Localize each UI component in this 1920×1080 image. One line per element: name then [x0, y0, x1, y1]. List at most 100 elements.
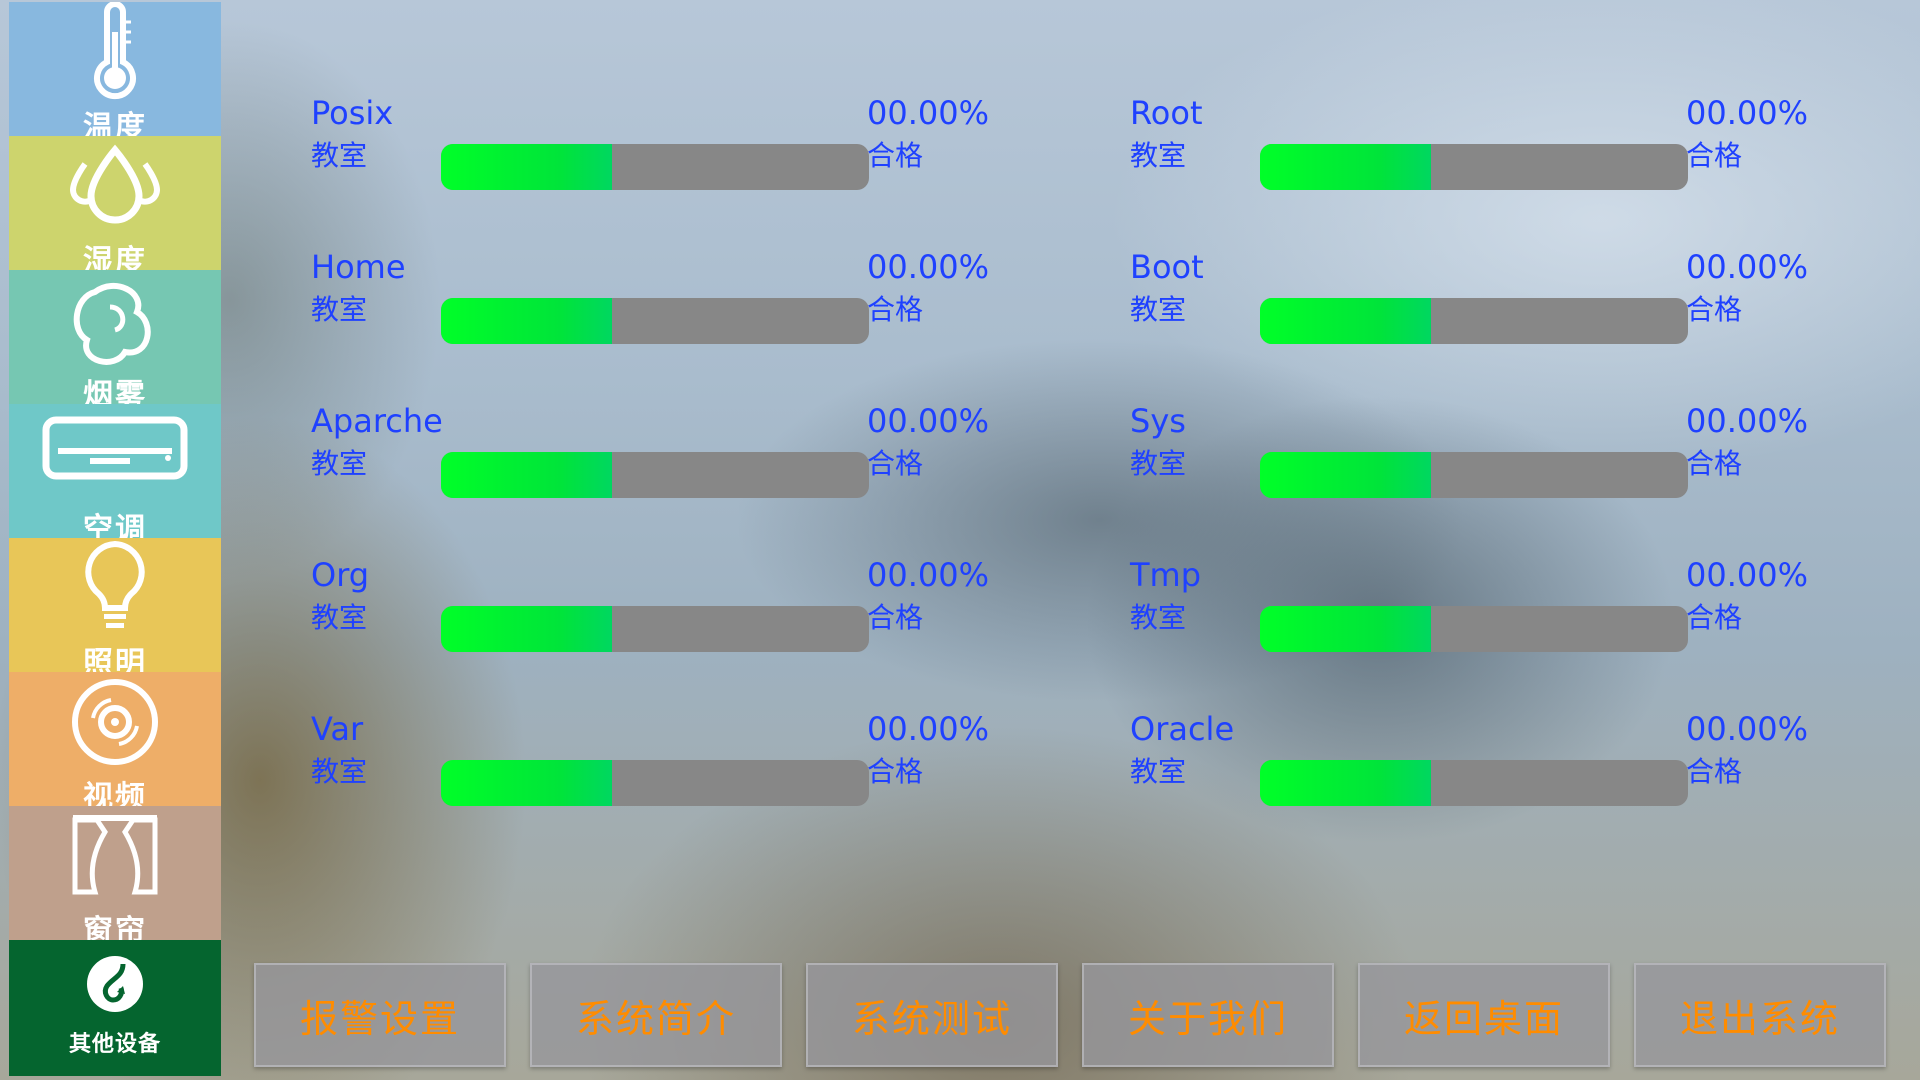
progress-bar — [441, 452, 869, 498]
item-percent: 00.00% — [867, 402, 990, 440]
item-status: 合格 — [867, 755, 924, 788]
item-percent: 00.00% — [867, 94, 990, 132]
progress-fill — [1260, 760, 1432, 806]
progress-item-var: Var 教室 00.00% 合格 — [311, 710, 1001, 820]
progress-fill — [441, 452, 613, 498]
light-bulb-icon — [85, 540, 145, 628]
item-name: Org — [311, 556, 370, 594]
sidebar-item-label: 烟雾 — [83, 378, 147, 404]
system-intro-button[interactable]: 系统简介 — [530, 963, 782, 1067]
item-room: 教室 — [311, 293, 368, 326]
alarm-settings-button[interactable]: 报警设置 — [254, 963, 506, 1067]
item-percent: 00.00% — [867, 248, 990, 286]
sidebar-item-label: 湿度 — [83, 244, 147, 270]
progress-item-boot: Boot 教室 00.00% 合格 — [1130, 248, 1820, 358]
item-name: Tmp — [1130, 556, 1202, 594]
item-name: Aparche — [311, 402, 443, 440]
item-room: 教室 — [1130, 755, 1187, 788]
progress-bar — [1260, 606, 1688, 652]
item-status: 合格 — [1686, 755, 1743, 788]
item-status: 合格 — [1686, 447, 1743, 480]
sidebar-item-lighting[interactable]: 照明 — [9, 538, 221, 672]
return-desktop-button[interactable]: 返回桌面 — [1358, 963, 1610, 1067]
progress-fill — [1260, 298, 1432, 344]
progress-item-oracle: Oracle 教室 00.00% 合格 — [1130, 710, 1820, 820]
item-percent: 00.00% — [867, 710, 990, 748]
item-status: 合格 — [867, 601, 924, 634]
item-name: Boot — [1130, 248, 1204, 286]
system-test-button[interactable]: 系统测试 — [806, 963, 1058, 1067]
item-status: 合格 — [867, 293, 924, 326]
progress-item-sys: Sys 教室 00.00% 合格 — [1130, 402, 1820, 512]
item-room: 教室 — [1130, 601, 1187, 634]
progress-bar — [441, 298, 869, 344]
about-us-button[interactable]: 关于我们 — [1082, 963, 1334, 1067]
item-status: 合格 — [867, 139, 924, 172]
air-conditioner-icon — [42, 416, 188, 480]
progress-fill — [441, 760, 613, 806]
sidebar-item-temperature[interactable]: 温度 — [9, 2, 221, 136]
item-name: Posix — [311, 94, 394, 132]
item-name: Oracle — [1130, 710, 1235, 748]
item-status: 合格 — [1686, 139, 1743, 172]
sidebar-item-label: 其他设备 — [68, 1032, 161, 1057]
item-room: 教室 — [1130, 447, 1187, 480]
item-name: Sys — [1130, 402, 1186, 440]
progress-bar — [1260, 144, 1688, 190]
other-devices-icon — [87, 956, 143, 1012]
item-percent: 00.00% — [1686, 710, 1809, 748]
progress-item-root: Root 教室 00.00% 合格 — [1130, 94, 1820, 204]
progress-item-home: Home 教室 00.00% 合格 — [311, 248, 1001, 358]
sidebar-item-other-devices[interactable]: 其他设备 — [9, 940, 221, 1076]
sidebar-item-label: 空调 — [83, 512, 147, 538]
video-disc-icon — [72, 679, 158, 765]
item-percent: 00.00% — [1686, 402, 1809, 440]
sidebar: 温度 湿度 烟雾 空调 照明 视频 窗帘 其他设备 — [9, 2, 221, 1078]
item-status: 合格 — [1686, 601, 1743, 634]
sidebar-item-label: 照明 — [83, 646, 147, 672]
progress-bar — [441, 760, 869, 806]
item-percent: 00.00% — [1686, 556, 1809, 594]
curtain-icon — [72, 815, 158, 895]
item-room: 教室 — [311, 755, 368, 788]
sidebar-item-air-conditioner[interactable]: 空调 — [9, 404, 221, 538]
item-room: 教室 — [1130, 293, 1187, 326]
progress-bar — [1260, 452, 1688, 498]
thermometer-icon — [94, 2, 136, 100]
item-room: 教室 — [1130, 139, 1187, 172]
item-status: 合格 — [1686, 293, 1743, 326]
bottom-button-bar: 报警设置 系统简介 系统测试 关于我们 返回桌面 退出系统 — [254, 963, 1888, 1067]
item-name: Home — [311, 248, 406, 286]
progress-fill — [1260, 606, 1432, 652]
item-room: 教室 — [311, 139, 368, 172]
item-room: 教室 — [311, 601, 368, 634]
progress-fill — [441, 606, 613, 652]
water-drops-icon — [69, 144, 161, 224]
progress-fill — [1260, 144, 1432, 190]
sidebar-item-curtain[interactable]: 窗帘 — [9, 806, 221, 940]
sidebar-item-label: 窗帘 — [83, 914, 147, 940]
item-percent: 00.00% — [1686, 94, 1809, 132]
exit-system-button[interactable]: 退出系统 — [1634, 963, 1886, 1067]
progress-item-posix: Posix 教室 00.00% 合格 — [311, 94, 1001, 204]
progress-fill — [1260, 452, 1432, 498]
sidebar-item-label: 温度 — [83, 110, 147, 136]
sidebar-item-smoke[interactable]: 烟雾 — [9, 270, 221, 404]
item-percent: 00.00% — [867, 556, 990, 594]
progress-fill — [441, 298, 613, 344]
progress-bar — [441, 606, 869, 652]
progress-fill — [441, 144, 613, 190]
progress-item-aparche: Aparche 教室 00.00% 合格 — [311, 402, 1001, 512]
sidebar-item-video[interactable]: 视频 — [9, 672, 221, 806]
progress-bar — [1260, 760, 1688, 806]
sidebar-item-humidity[interactable]: 湿度 — [9, 136, 221, 270]
progress-item-org: Org 教室 00.00% 合格 — [311, 556, 1001, 666]
item-name: Root — [1130, 94, 1203, 132]
sidebar-item-label: 视频 — [83, 780, 147, 806]
item-percent: 00.00% — [1686, 248, 1809, 286]
item-room: 教室 — [311, 447, 368, 480]
progress-item-tmp: Tmp 教室 00.00% 合格 — [1130, 556, 1820, 666]
progress-bar — [441, 144, 869, 190]
item-status: 合格 — [867, 447, 924, 480]
progress-bar — [1260, 298, 1688, 344]
